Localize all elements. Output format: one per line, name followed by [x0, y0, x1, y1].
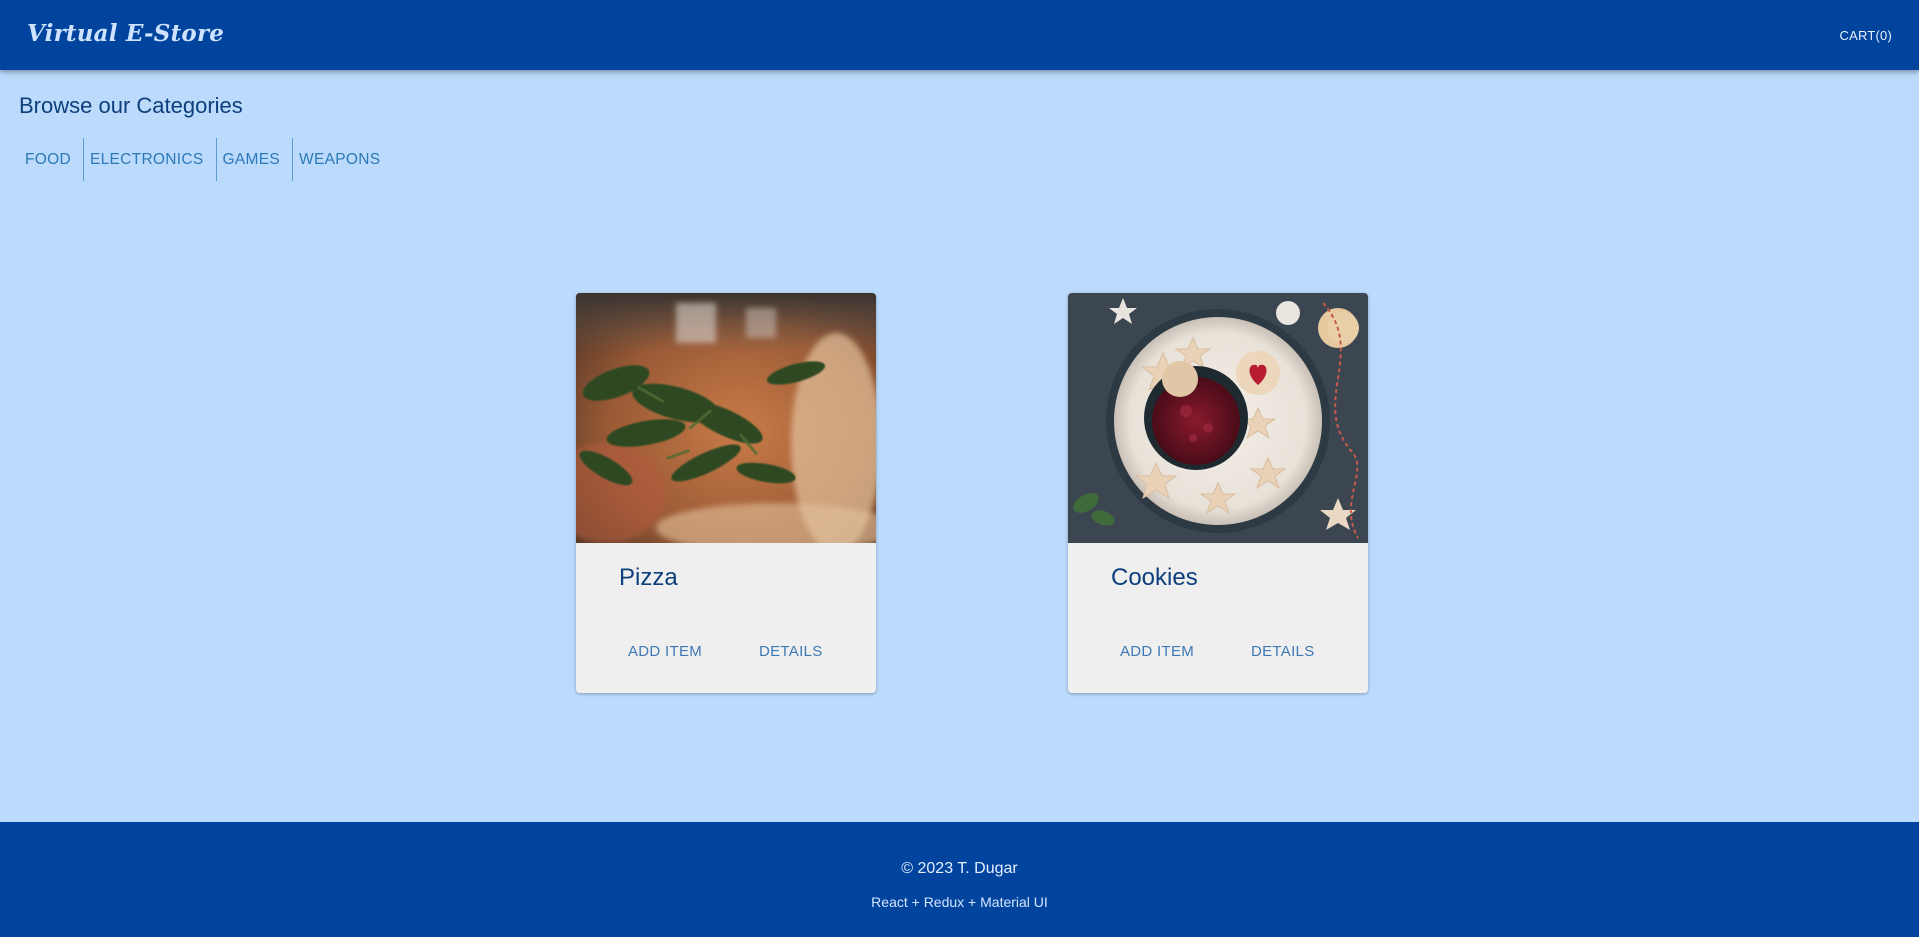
copyright-text: © 2023 T. Dugar — [901, 860, 1018, 877]
details-button[interactable]: DETAILS — [1251, 643, 1315, 660]
tech-stack-text: React + Redux + Material UI — [871, 894, 1048, 910]
cart-button[interactable]: CART(0) — [1840, 28, 1892, 43]
category-electronics-button[interactable]: ELECTRONICS — [84, 138, 217, 181]
app-bar: Virtual E-Store CART(0) — [0, 0, 1919, 70]
category-food-button[interactable]: FOOD — [19, 138, 84, 181]
card-actions: ADD ITEM DETAILS — [1068, 643, 1368, 667]
cookies-image — [1068, 293, 1368, 543]
category-button-group: FOOD ELECTRONICS GAMES WEAPONS — [19, 138, 392, 181]
add-item-button[interactable]: ADD ITEM — [628, 643, 702, 660]
categories-title: Browse our Categories — [19, 93, 243, 118]
footer: © 2023 T. Dugar React + Redux + Material… — [0, 822, 1919, 937]
category-games-button[interactable]: GAMES — [217, 138, 294, 181]
app-root: Virtual E-Store CART(0) Browse our Categ… — [0, 0, 1919, 937]
pizza-image — [576, 293, 876, 543]
brand-logo[interactable]: Virtual E-Store — [27, 20, 224, 47]
details-button[interactable]: DETAILS — [759, 643, 823, 660]
product-card-pizza: Pizza ADD ITEM DETAILS — [576, 293, 876, 693]
product-title: Cookies — [1111, 564, 1198, 591]
product-title: Pizza — [619, 564, 678, 591]
product-card-cookies: Cookies ADD ITEM DETAILS — [1068, 293, 1368, 693]
add-item-button[interactable]: ADD ITEM — [1120, 643, 1194, 660]
category-weapons-button[interactable]: WEAPONS — [293, 138, 392, 181]
card-actions: ADD ITEM DETAILS — [576, 643, 876, 667]
